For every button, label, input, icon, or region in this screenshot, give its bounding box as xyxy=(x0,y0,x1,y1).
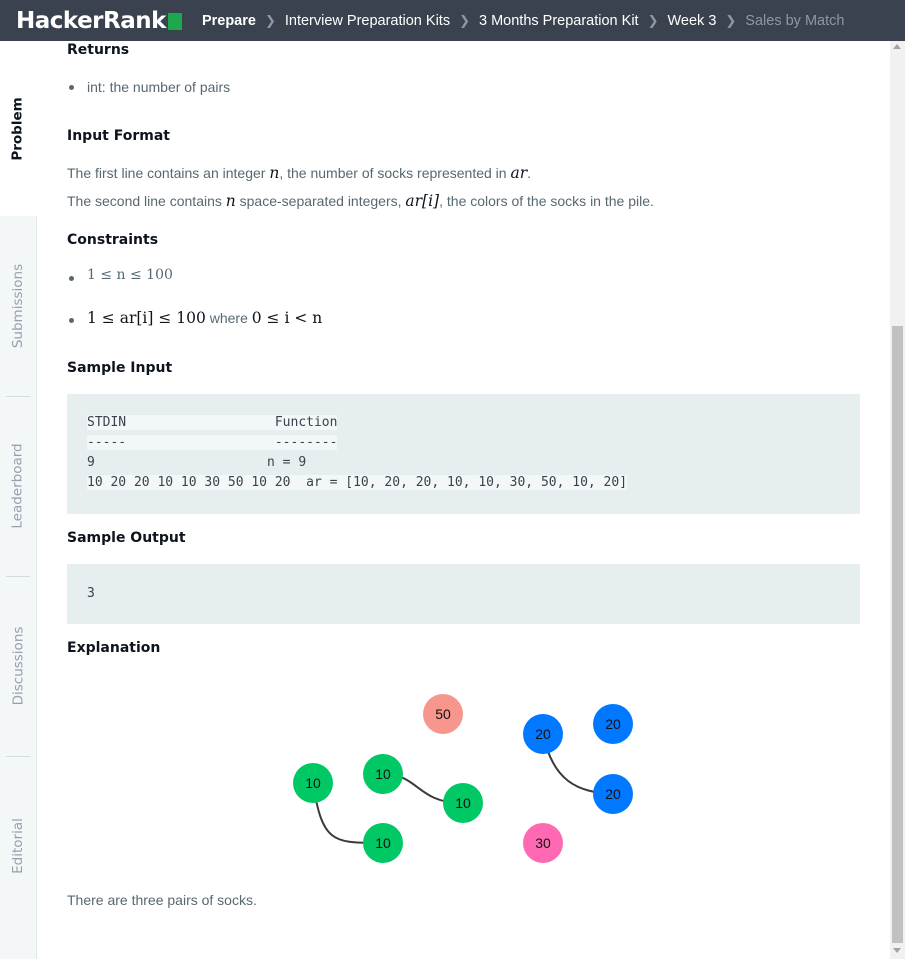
sock-blue-20: 20 xyxy=(523,714,563,754)
breadcrumb-prepare[interactable]: Prepare xyxy=(202,13,256,29)
chevron-right-icon: ❯ xyxy=(264,12,276,28)
tab-discussions-label: Discussions xyxy=(10,626,27,706)
hackerrank-logo[interactable]: HackerRank xyxy=(16,8,182,34)
tab-leaderboard[interactable]: Leaderboard xyxy=(0,396,36,576)
sample-input-line-1: STDIN Function xyxy=(87,415,338,430)
tab-editorial-label: Editorial xyxy=(10,818,27,874)
input-line2-var-ar-i: ar[i] xyxy=(405,192,440,210)
input-line1-var-ar: ar xyxy=(510,164,528,182)
sock-label: 20 xyxy=(605,786,621,802)
input-line2-text-b: space-separated integers, xyxy=(235,193,406,209)
explanation-text: There are three pairs of socks. xyxy=(67,892,257,908)
breadcrumb-week-3[interactable]: Week 3 xyxy=(667,13,716,29)
constraint-2-math-a: 1 ≤ ar[i] ≤ 100 xyxy=(87,309,206,327)
input-format-line-2: The second line contains n space-separat… xyxy=(67,192,654,210)
sock-blue-20: 20 xyxy=(593,704,633,744)
side-tabs: Problem Submissions Leaderboard Discussi… xyxy=(0,41,37,959)
constraints-heading: Constraints xyxy=(67,232,159,248)
constraint-2-where: where xyxy=(205,310,252,326)
explanation-heading: Explanation xyxy=(67,640,161,656)
input-format-heading: Input Format xyxy=(67,128,170,144)
bullet-icon xyxy=(69,318,74,323)
returns-item: int: the number of pairs xyxy=(87,79,231,95)
chevron-right-icon: ❯ xyxy=(459,12,470,28)
sock-nodes: 50 20 20 10 10 10 20 10 30 xyxy=(293,694,633,863)
sample-output-block: 3 xyxy=(67,564,860,624)
scroll-up-arrow-icon[interactable] xyxy=(893,44,901,49)
sample-output-heading: Sample Output xyxy=(67,530,186,546)
bullet-icon xyxy=(69,85,74,90)
sample-input-line-3: 9 n = 9 xyxy=(87,455,307,470)
socks-illustration: 50 20 20 10 10 10 20 10 30 xyxy=(293,694,633,863)
sample-input-line-2: ----- -------- xyxy=(87,435,338,450)
sock-label: 20 xyxy=(535,726,551,742)
sample-input-block: STDIN Function ----- -------- 9 n = 9 10… xyxy=(67,394,860,514)
sock-green-10: 10 xyxy=(443,783,483,823)
input-line1-text-b: , the number of socks represented in xyxy=(279,165,511,181)
constraint-1: 1 ≤ n ≤ 100 xyxy=(87,267,173,283)
sample-input-line-4: 10 20 20 10 10 30 50 10 20 ar = [10, 20,… xyxy=(87,475,628,490)
sock-label: 10 xyxy=(375,766,391,782)
sock-green-10: 10 xyxy=(363,754,403,794)
bullet-icon xyxy=(69,276,74,281)
tab-submissions[interactable]: Submissions xyxy=(0,216,36,396)
constraint-2: 1 ≤ ar[i] ≤ 100 where 0 ≤ i < n xyxy=(87,309,322,327)
input-line2-text-c: , the colors of the socks in the pile. xyxy=(439,193,654,209)
breadcrumb-3-months-kit[interactable]: 3 Months Preparation Kit xyxy=(479,13,639,29)
scrollbar-thumb[interactable] xyxy=(892,326,903,943)
tab-submissions-label: Submissions xyxy=(10,263,27,349)
top-nav: HackerRank Prepare ❯ Interview Preparati… xyxy=(0,0,905,41)
tab-problem-label: Problem xyxy=(10,96,26,161)
chevron-right-icon: ❯ xyxy=(725,12,737,28)
sock-label: 10 xyxy=(375,835,391,851)
sock-label: 10 xyxy=(455,795,471,811)
sample-output-value: 3 xyxy=(87,586,95,601)
breadcrumb: Prepare ❯ Interview Preparation Kits ❯ 3… xyxy=(202,13,845,29)
input-line2-text-a: The second line contains xyxy=(67,193,226,209)
sock-blue-20: 20 xyxy=(593,774,633,814)
sock-green-10: 10 xyxy=(293,763,333,803)
returns-heading: Returns xyxy=(67,42,130,58)
tab-leaderboard-label: Leaderboard xyxy=(10,443,26,529)
sock-salmon-50: 50 xyxy=(423,694,463,734)
tab-editorial[interactable]: Editorial xyxy=(0,756,36,936)
sock-label: 30 xyxy=(535,835,551,851)
input-line2-var-n: n xyxy=(225,192,236,210)
sock-pink-30: 30 xyxy=(523,823,563,863)
tab-discussions[interactable]: Discussions xyxy=(0,576,36,756)
input-format-line-1: The first line contains an integer n, th… xyxy=(67,164,531,182)
tab-problem[interactable]: Problem xyxy=(0,41,36,216)
input-line1-text-c: . xyxy=(527,165,531,181)
logo-mark-icon xyxy=(167,13,182,30)
sample-input-heading: Sample Input xyxy=(67,360,173,376)
breadcrumb-current-challenge: Sales by Match xyxy=(745,12,845,29)
scroll-down-arrow-icon[interactable] xyxy=(893,948,901,953)
input-line1-text-a: The first line contains an integer xyxy=(67,165,270,181)
sock-label: 20 xyxy=(605,716,621,732)
problem-content: Returns int: the number of pairs Input F… xyxy=(67,41,862,959)
input-line1-var-n: n xyxy=(269,164,280,182)
sock-green-10: 10 xyxy=(363,823,403,863)
sock-label: 10 xyxy=(305,775,321,791)
logo-text: HackerRank xyxy=(16,7,166,34)
chevron-right-icon: ❯ xyxy=(647,12,659,28)
constraint-2-math-b: 0 ≤ i < n xyxy=(251,309,323,327)
sock-label: 50 xyxy=(435,706,451,722)
breadcrumb-interview-kits[interactable]: Interview Preparation Kits xyxy=(285,13,450,29)
